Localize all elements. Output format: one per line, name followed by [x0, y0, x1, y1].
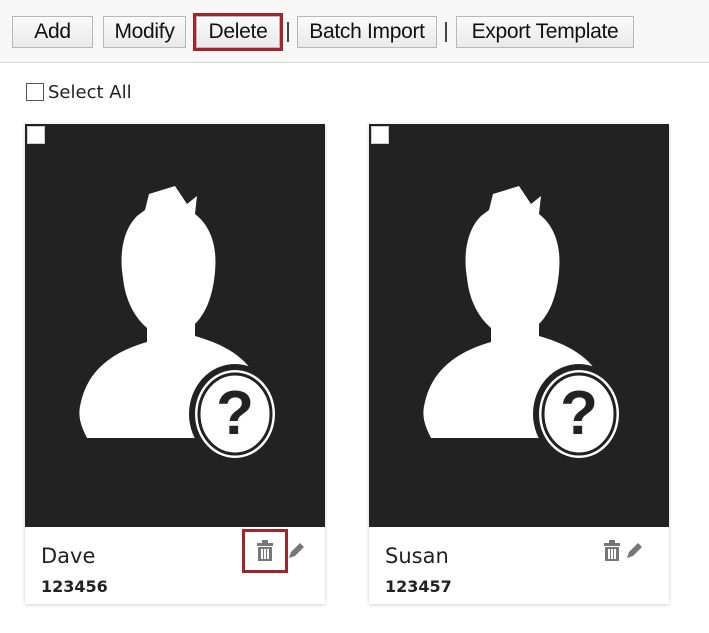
- add-button[interactable]: Add: [12, 16, 93, 48]
- person-name: Susan: [385, 544, 449, 568]
- person-photo: ?: [25, 124, 325, 527]
- select-all-checkbox[interactable]: [26, 83, 44, 101]
- person-id: 123457: [385, 577, 452, 596]
- modify-button[interactable]: Modify: [103, 16, 186, 48]
- delete-icon[interactable]: [242, 529, 288, 573]
- unknown-person-icon: ?: [423, 186, 625, 464]
- select-all-label: Select All: [48, 81, 132, 103]
- svg-text:?: ?: [216, 379, 254, 448]
- batch-import-button[interactable]: Batch Import: [297, 16, 437, 48]
- export-template-button[interactable]: Export Template: [456, 16, 634, 48]
- delete-button[interactable]: Delete: [193, 13, 283, 51]
- person-photo: ?: [369, 124, 669, 527]
- edit-pencil-icon[interactable]: [623, 538, 645, 564]
- toolbar: Add Modify Delete Batch Import Export Te…: [0, 0, 709, 63]
- toolbar-separator: [287, 22, 289, 42]
- delete-icon[interactable]: [601, 538, 623, 564]
- person-card: ? Susan 123457: [369, 124, 669, 604]
- toolbar-separator: [445, 22, 447, 42]
- person-checkbox[interactable]: [27, 126, 45, 144]
- select-all[interactable]: Select All: [26, 81, 132, 103]
- edit-pencil-icon[interactable]: [285, 538, 307, 564]
- svg-text:?: ?: [560, 379, 598, 448]
- person-name: Dave: [41, 544, 96, 568]
- person-card: ? Dave 123456: [25, 124, 325, 604]
- person-id: 123456: [41, 577, 108, 596]
- unknown-person-icon: ?: [79, 186, 281, 464]
- person-checkbox[interactable]: [371, 126, 389, 144]
